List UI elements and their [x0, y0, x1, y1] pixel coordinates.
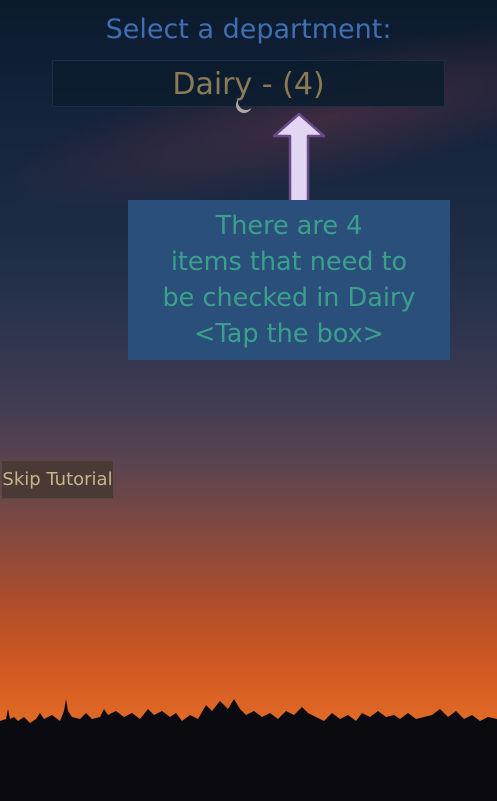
city-skyline-silhouette	[0, 699, 497, 801]
moon-decoration	[238, 94, 254, 110]
tutorial-tip-box: There are 4 items that need to be checke…	[128, 200, 450, 360]
up-arrow-icon	[272, 112, 326, 210]
tutorial-screen: Select a department: Dairy - (4) There a…	[0, 0, 497, 801]
skip-tutorial-button[interactable]: Skip Tutorial	[1, 460, 114, 499]
select-department-label: Select a department:	[105, 14, 392, 45]
